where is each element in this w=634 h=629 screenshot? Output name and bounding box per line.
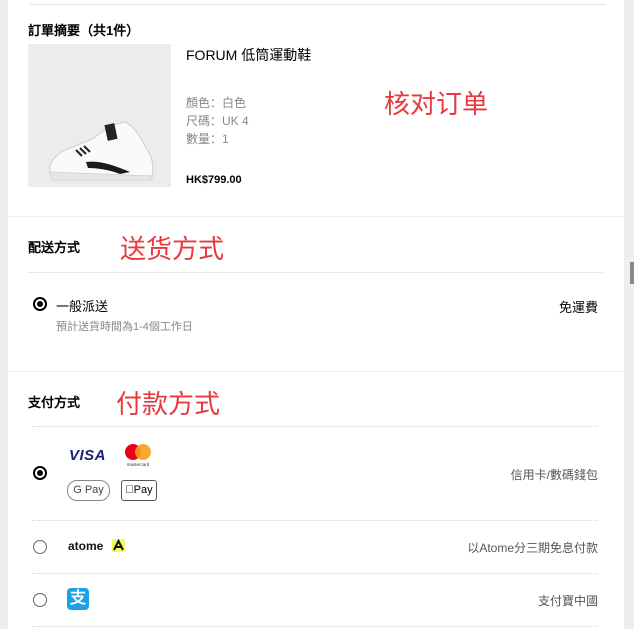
shipping-eta: 預計送貨時間為1-4個工作日 (56, 321, 193, 333)
apple-pay-label: Pay (129, 484, 153, 496)
order-summary-panel: 訂單摘要（共1件） FORUM 低筒運動鞋 顏色：白色 尺碼：UK 4 數量：1… (8, 0, 624, 216)
payment-card-radio[interactable] (33, 466, 47, 480)
divider (30, 4, 606, 5)
product-size: 尺碼：UK 4 (186, 114, 249, 128)
product-name[interactable]: FORUM 低筒運動鞋 (186, 45, 311, 65)
payment-atome-label[interactable]: 以Atome分三期免息付款 (467, 539, 598, 556)
shipping-option-label[interactable]: 一般派送 (56, 296, 108, 315)
scrollbar-thumb[interactable] (630, 262, 634, 284)
shipping-title: 配送方式 (28, 240, 81, 255)
divider (32, 626, 598, 627)
shipping-panel: 配送方式 送货方式 一般派送 預計送貨時間為1-4個工作日 免運費 (8, 217, 624, 371)
order-summary-title: 訂單摘要（共1件） (28, 23, 140, 38)
mastercard-label: mastercard (127, 462, 150, 467)
product-quantity: 數量：1 (186, 132, 229, 146)
payment-panel: 支付方式 付款方式 VISA mastercard G Pay Pay 信用卡… (8, 372, 624, 629)
atome-mark-icon (112, 538, 125, 552)
atome-logo: atome (68, 539, 104, 553)
annotation-verify-order: 核对订单 (384, 90, 489, 120)
visa-icon: VISA (69, 447, 107, 464)
mastercard-icon: mastercard (122, 442, 154, 468)
apple-pay-icon: Pay (121, 480, 157, 501)
payment-alipay-label[interactable]: 支付寶中國 (538, 592, 598, 609)
annotation-shipping-method: 送货方式 (120, 235, 225, 265)
divider (32, 573, 598, 574)
annotation-payment-method: 付款方式 (116, 390, 221, 420)
alipay-icon: 支 (67, 588, 89, 610)
product-color: 顏色：白色 (186, 96, 247, 110)
payment-card-label[interactable]: 信用卡/數碼錢包 (511, 466, 598, 483)
payment-atome-radio[interactable] (33, 540, 47, 554)
shoe-icon (49, 121, 154, 181)
product-price: HK$799.00 (186, 174, 242, 186)
divider (28, 272, 604, 273)
product-image[interactable] (28, 44, 171, 187)
google-pay-icon: G Pay (67, 480, 110, 501)
apple-icon:  (125, 484, 133, 496)
divider (32, 426, 598, 427)
shipping-fee: 免運費 (558, 300, 598, 315)
divider (32, 520, 598, 521)
payment-title: 支付方式 (28, 395, 81, 410)
shipping-option-radio[interactable] (33, 297, 47, 311)
payment-alipay-radio[interactable] (33, 593, 47, 607)
